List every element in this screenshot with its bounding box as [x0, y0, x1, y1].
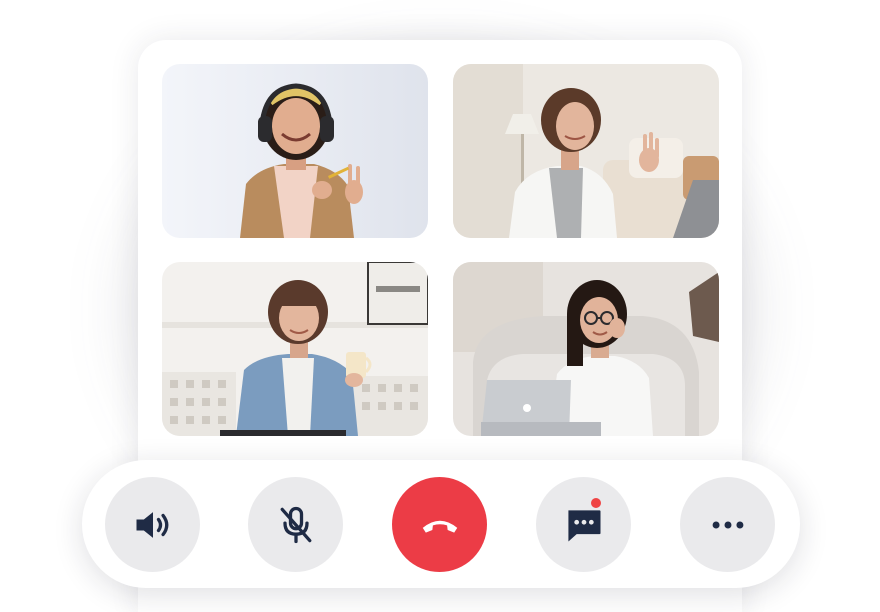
speaker-button[interactable] — [105, 477, 200, 572]
participant-tile-1[interactable] — [162, 64, 428, 238]
participant-video-3 — [162, 262, 428, 436]
participant-video-4 — [453, 262, 719, 436]
speaker-icon — [136, 511, 168, 538]
participant-video-2 — [453, 64, 719, 238]
phone-hangup-icon — [422, 520, 457, 533]
more-options-button[interactable] — [680, 477, 775, 572]
chat-notification-badge — [589, 496, 603, 510]
more-icon — [712, 521, 743, 528]
chat-button[interactable] — [536, 477, 631, 572]
participant-tile-4[interactable] — [453, 262, 719, 436]
mic-off-icon — [280, 506, 311, 543]
mute-button[interactable] — [248, 477, 343, 572]
participant-tile-2[interactable] — [453, 64, 719, 238]
participant-tile-3[interactable] — [162, 262, 428, 436]
call-controls-bar — [82, 460, 800, 588]
participant-video-1 — [162, 64, 428, 238]
end-call-button[interactable] — [392, 477, 487, 572]
